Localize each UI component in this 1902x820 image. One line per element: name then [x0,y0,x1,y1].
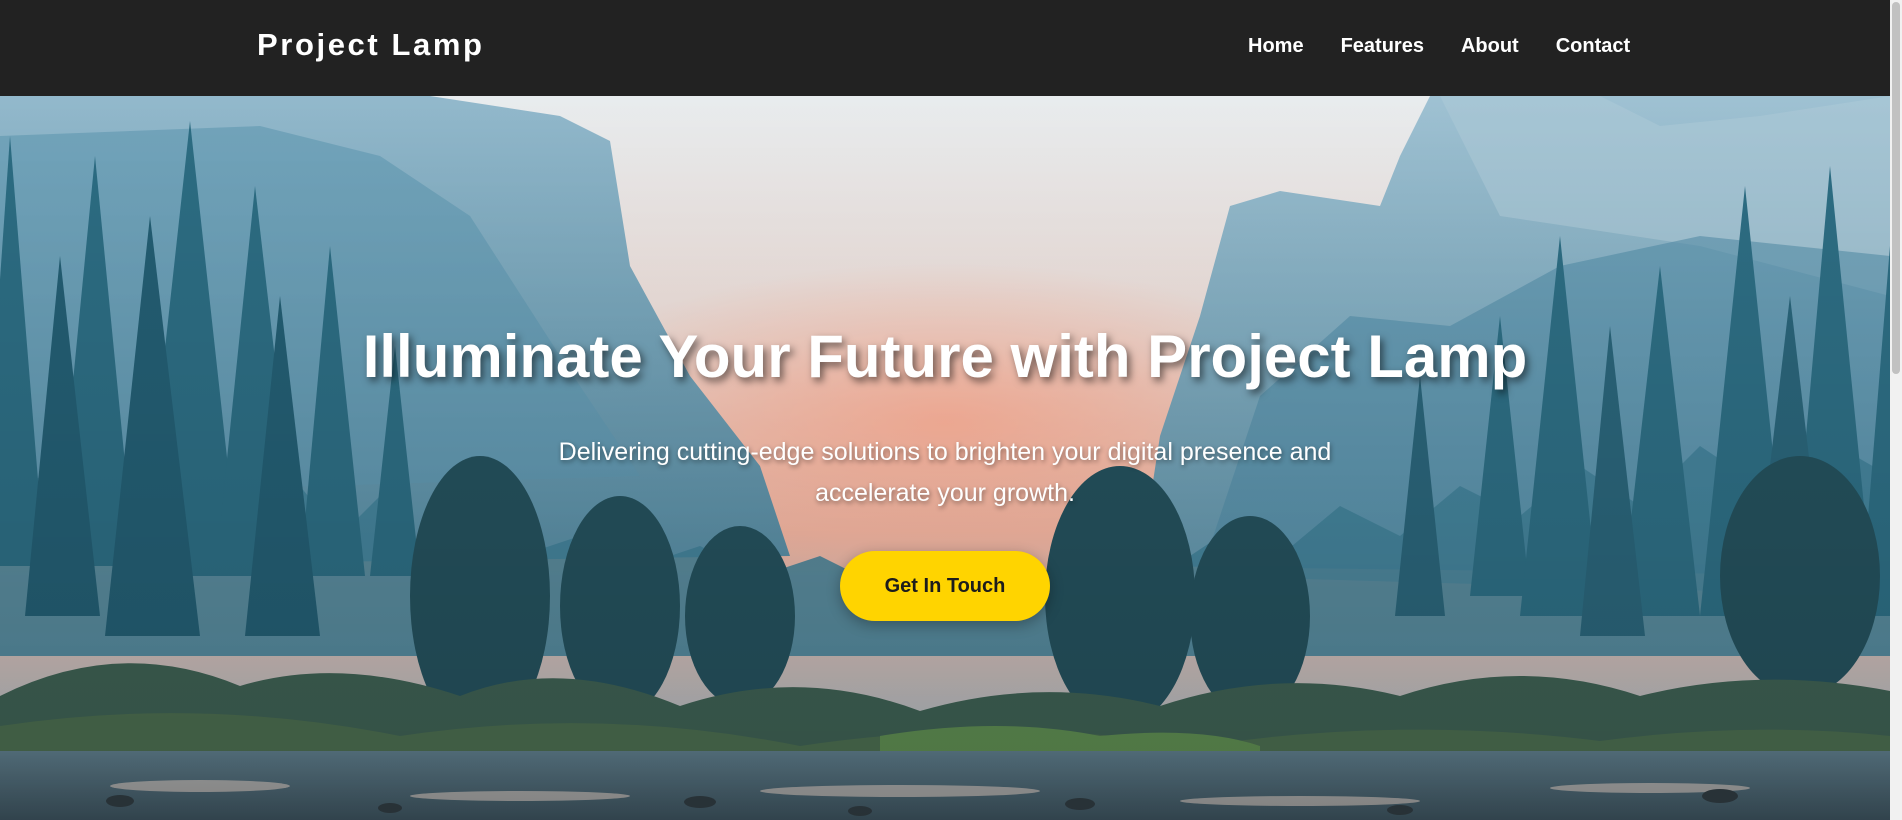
nav-link-home[interactable]: Home [1248,35,1304,58]
hero-title: Illuminate Your Future with Project Lamp [362,323,1528,390]
page: Project Lamp Home Features About Contact [0,0,1902,820]
main-nav: Home Features About Contact [1248,35,1630,58]
page-scrollbar[interactable] [1890,0,1902,820]
site-header: Project Lamp Home Features About Contact [0,0,1890,96]
nav-link-features[interactable]: Features [1341,35,1424,58]
hero-section: Illuminate Your Future with Project Lamp… [0,96,1890,820]
nav-link-about[interactable]: About [1461,35,1519,58]
nav-link-contact[interactable]: Contact [1556,35,1630,58]
scrollbar-thumb[interactable] [1892,2,1900,374]
get-in-touch-button[interactable]: Get In Touch [840,551,1050,621]
hero-subtitle: Delivering cutting-edge solutions to bri… [558,438,1332,507]
site-logo[interactable]: Project Lamp [257,27,485,63]
